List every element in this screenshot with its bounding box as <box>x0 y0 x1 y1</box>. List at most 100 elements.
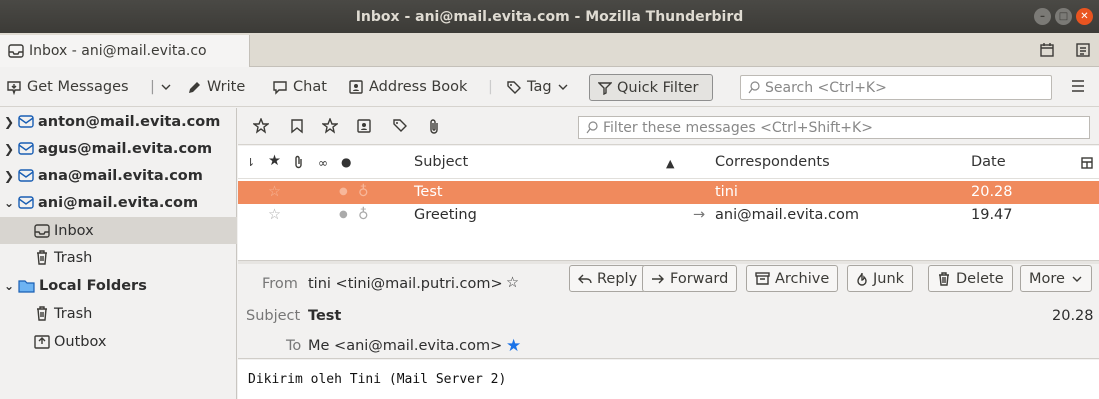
to-value[interactable]: Me <ani@mail.evita.com> <box>308 338 502 354</box>
column-picker-icon[interactable] <box>1081 157 1093 169</box>
star-outline-icon[interactable]: ☆ <box>268 207 281 223</box>
message-date: 20.28 <box>1052 308 1094 324</box>
date-column-header[interactable]: Date <box>971 154 1006 170</box>
forward-button[interactable]: Forward <box>642 265 738 292</box>
search-icon <box>748 81 760 94</box>
filter-icon <box>598 81 612 95</box>
mail-account-icon <box>18 142 34 155</box>
chevron-down-icon[interactable]: ⌄ <box>2 196 16 210</box>
quick-filter-bar: Filter these messages <Ctrl+Shift+K> <box>238 108 1099 145</box>
chevron-down-icon[interactable]: ⌄ <box>2 279 16 293</box>
star-outline-icon[interactable]: ☆ <box>268 184 281 200</box>
folder-trash[interactable]: Trash <box>0 244 237 271</box>
star-outline-icon[interactable]: ☆ <box>506 275 519 291</box>
delete-button[interactable]: Delete <box>928 265 1013 292</box>
inbox-icon <box>8 44 24 58</box>
folder-account-agus[interactable]: ❯ agus@mail.evita.com <box>0 135 237 162</box>
contact-filter-icon[interactable] <box>356 118 372 134</box>
flame-icon <box>857 272 867 286</box>
tag-filter-icon[interactable] <box>392 118 408 134</box>
forward-label: Forward <box>670 270 729 287</box>
folder-label: Trash <box>54 249 93 266</box>
mail-account-icon <box>18 196 34 209</box>
message-subject: Test <box>414 184 443 200</box>
chevron-down-icon <box>161 84 171 90</box>
folder-icon <box>18 279 35 293</box>
hamburger-menu-icon[interactable] <box>1071 79 1085 93</box>
message-subject: Greeting <box>414 207 477 223</box>
chevron-down-icon <box>1072 276 1082 282</box>
toolbar-separator: | <box>488 79 493 95</box>
more-button[interactable]: More <box>1020 265 1092 292</box>
subject-column-header[interactable]: Subject <box>414 154 468 170</box>
reply-label: Reply <box>597 270 638 287</box>
attachment-filter-icon[interactable] <box>428 118 440 134</box>
tasks-icon[interactable] <box>1075 42 1091 58</box>
sticky-filter-icon[interactable] <box>253 118 269 134</box>
star-column-icon[interactable]: ★ <box>268 153 281 169</box>
thread-column-icon[interactable]: ⇂ <box>246 156 255 169</box>
tab-inbox[interactable]: Inbox - ani@mail.evita.co <box>0 35 250 67</box>
archive-button[interactable]: Archive <box>746 265 839 292</box>
folder-outbox[interactable]: Outbox <box>0 328 237 355</box>
window-controls: – □ ✕ <box>1034 8 1093 25</box>
inbox-icon <box>34 223 50 238</box>
attachment-column-icon[interactable] <box>294 155 304 169</box>
from-value[interactable]: tini <tini@mail.putri.com> <box>308 276 503 292</box>
reply-icon <box>578 274 592 283</box>
folder-account-ana[interactable]: ❯ ana@mail.evita.com <box>0 162 237 189</box>
junk-label: Junk <box>873 270 905 287</box>
get-messages-label: Get Messages <box>27 79 129 95</box>
folder-account-anton[interactable]: ❯ anton@mail.evita.com <box>0 108 237 135</box>
maximize-icon[interactable]: □ <box>1055 8 1072 25</box>
minimize-icon[interactable]: – <box>1034 8 1051 25</box>
junk-flame-icon[interactable]: ♁ <box>358 184 369 200</box>
get-messages-dropdown[interactable] <box>160 76 177 98</box>
chat-button[interactable]: Chat <box>272 76 327 98</box>
archive-icon <box>755 272 770 285</box>
folder-inbox[interactable]: Inbox <box>0 217 237 244</box>
message-header-pane: From tini <tini@mail.putri.com> ☆ Reply … <box>238 264 1099 359</box>
correspondents-column-header[interactable]: Correspondents <box>715 154 830 170</box>
chevron-right-icon[interactable]: ❯ <box>2 142 16 156</box>
get-messages-button[interactable]: Get Messages <box>6 76 129 98</box>
sort-ascending-icon: ▲ <box>666 157 675 170</box>
search-input[interactable]: Search <Ctrl+K> <box>740 75 1052 100</box>
outbox-icon <box>34 335 50 349</box>
forward-icon <box>652 274 664 283</box>
folder-local-folders[interactable]: ⌄ Local Folders <box>0 272 237 299</box>
folder-label: Trash <box>54 305 93 322</box>
window-title: Inbox - ani@mail.evita.com - Mozilla Thu… <box>355 8 744 25</box>
write-button[interactable]: Write <box>187 76 245 98</box>
read-dot-icon[interactable]: ● <box>339 209 348 220</box>
unread-filter-icon[interactable] <box>290 118 304 134</box>
filter-placeholder: Filter these messages <Ctrl+Shift+K> <box>603 119 873 136</box>
trash-icon <box>939 271 949 286</box>
starred-filter-icon[interactable] <box>322 118 338 134</box>
folder-account-ani[interactable]: ⌄ ani@mail.evita.com <box>0 189 237 216</box>
table-row[interactable]: ☆ ● ♁ Test tini 20.28 <box>238 181 1099 204</box>
chevron-right-icon[interactable]: ❯ <box>2 115 16 129</box>
junk-flame-icon[interactable]: ♁ <box>358 207 369 223</box>
star-filled-icon[interactable]: ★ <box>506 336 521 356</box>
quick-filter-button[interactable]: Quick Filter <box>589 74 713 101</box>
reply-button[interactable]: Reply <box>569 265 647 292</box>
tag-button[interactable]: Tag <box>506 76 574 98</box>
folder-pane: ❯ anton@mail.evita.com ❯ agus@mail.evita… <box>0 108 237 399</box>
write-label: Write <box>207 79 246 95</box>
read-dot-icon[interactable]: ● <box>339 186 348 197</box>
quick-filter-label: Quick Filter <box>617 79 699 96</box>
close-icon[interactable]: ✕ <box>1076 8 1093 25</box>
main-toolbar: Get Messages | Write Chat Address Book |… <box>0 67 1099 107</box>
read-status-column-icon[interactable]: ∞ <box>318 156 328 170</box>
address-book-button[interactable]: Address Book <box>348 76 467 98</box>
filter-messages-input[interactable]: Filter these messages <Ctrl+Shift+K> <box>578 116 1090 139</box>
tag-icon <box>507 80 521 94</box>
junk-button[interactable]: Junk <box>847 265 914 292</box>
table-row[interactable]: ☆ ● ♁ Greeting → ani@mail.evita.com 19.4… <box>238 204 1099 227</box>
junk-column-icon[interactable]: ● <box>341 155 351 169</box>
folder-local-trash[interactable]: Trash <box>0 300 237 327</box>
calendar-icon[interactable] <box>1039 42 1055 58</box>
chevron-right-icon[interactable]: ❯ <box>2 169 16 183</box>
folder-label: Local Folders <box>39 277 147 294</box>
